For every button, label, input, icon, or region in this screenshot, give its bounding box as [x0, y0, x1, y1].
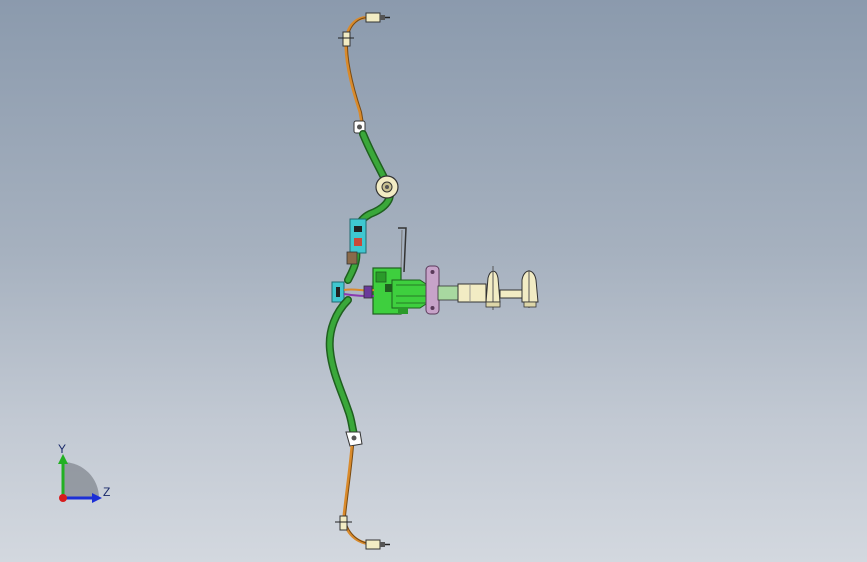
housing-extension[interactable]: [437, 283, 487, 303]
triad-axes-icon: [58, 454, 102, 503]
vertical-support[interactable]: [398, 227, 407, 273]
left-cyan-clip[interactable]: [331, 281, 345, 303]
coordinate-triad: Y Z: [44, 440, 124, 510]
pink-plate[interactable]: [425, 265, 440, 315]
cream-connectors[interactable]: [485, 266, 539, 310]
central-green-housing[interactable]: [372, 267, 433, 315]
round-grommet[interactable]: [375, 175, 399, 199]
lower-clip[interactable]: [345, 431, 363, 447]
wire-harness-model[interactable]: [0, 0, 867, 562]
lower-green-conduit[interactable]: [325, 296, 358, 438]
y-axis-label: Y: [58, 442, 67, 456]
lower-connector[interactable]: [335, 515, 390, 550]
cyan-bracket[interactable]: [346, 218, 367, 265]
graphics-viewport[interactable]: Y Z: [0, 0, 867, 562]
z-axis-label: Z: [103, 485, 111, 499]
lower-orange-cable[interactable]: [342, 445, 372, 546]
